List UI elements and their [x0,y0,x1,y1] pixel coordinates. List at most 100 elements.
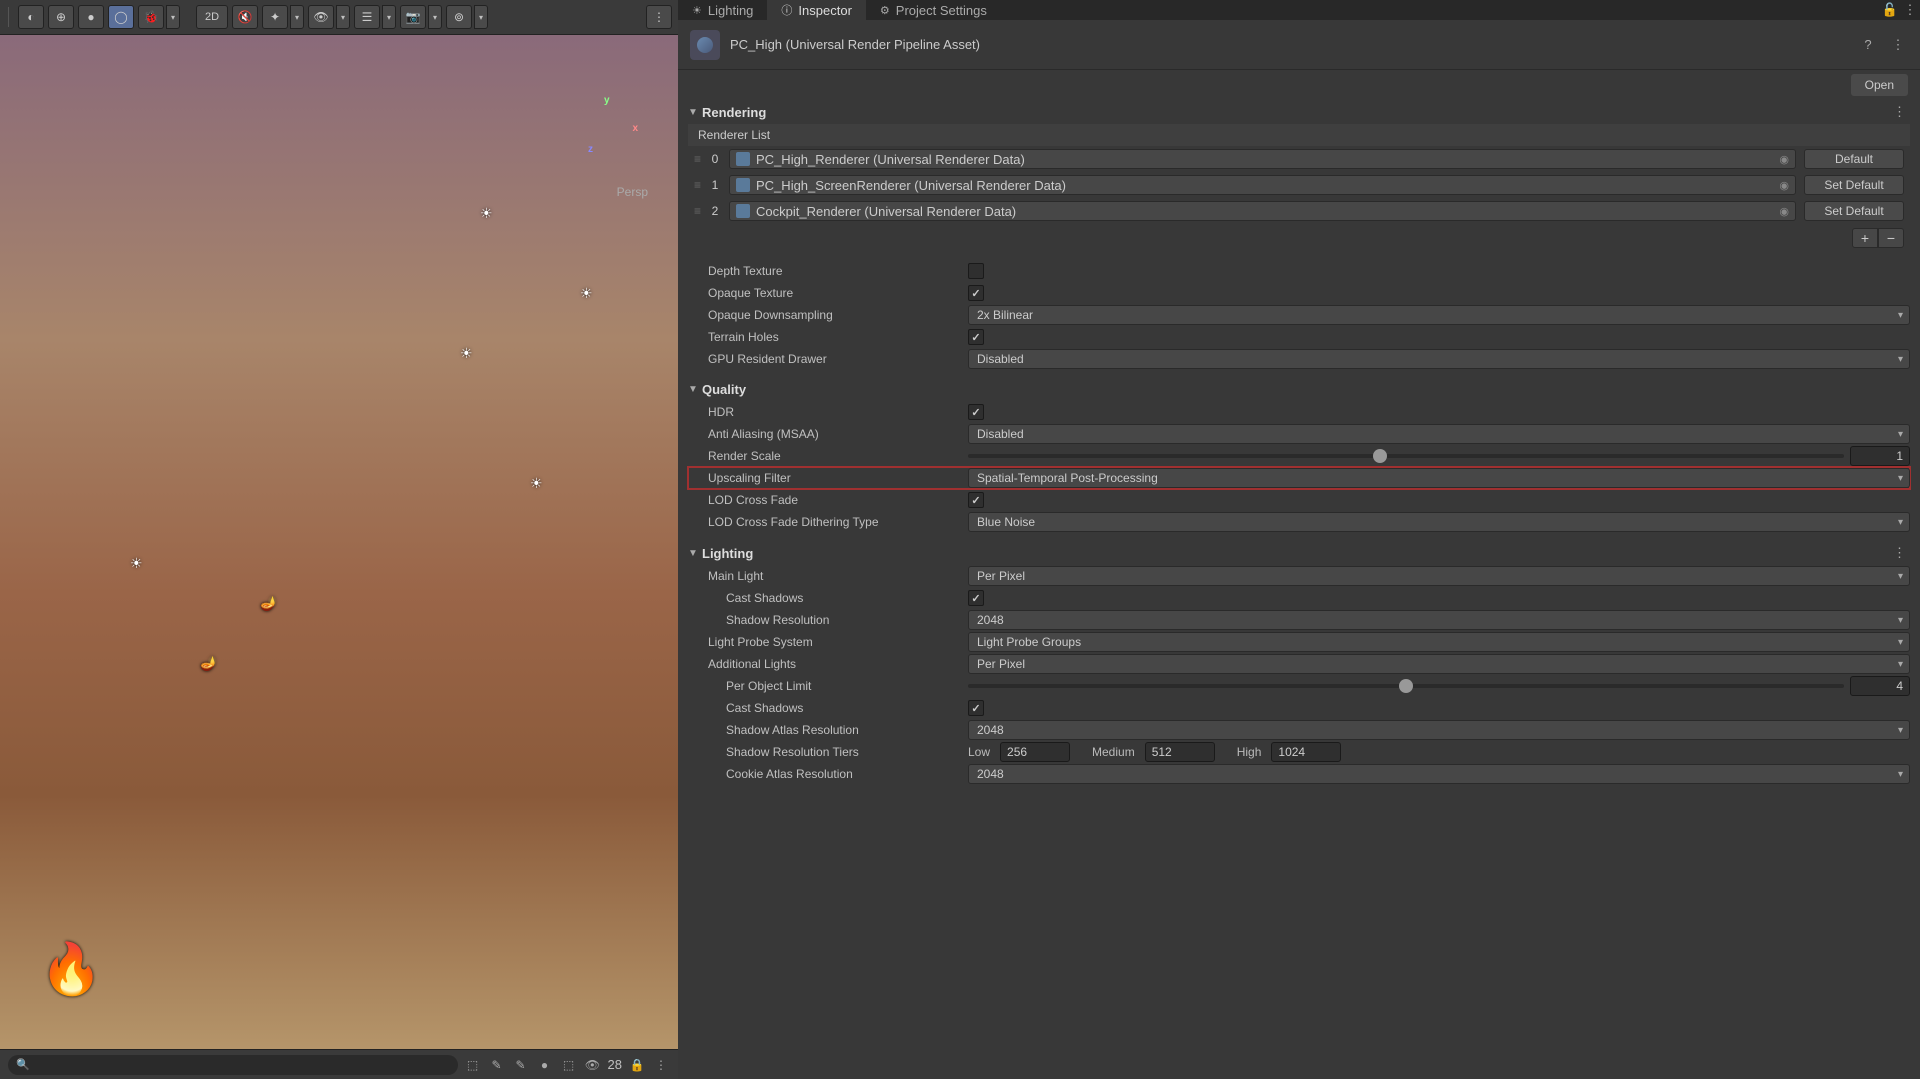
rendering-header[interactable]: ▼ Rendering ⋮ [688,100,1910,124]
opaque-ds-dropdown[interactable]: 2x Bilinear [968,305,1910,325]
light-icon: ☀ [530,475,543,492]
atlas-res-dropdown[interactable]: 2048 [968,720,1910,740]
camera-btn[interactable]: 📷 [400,5,426,29]
depth-texture-label: Depth Texture [688,264,968,278]
default-button[interactable]: Default [1804,149,1904,169]
lamp-icon: 🪔 [200,655,217,672]
scene-search[interactable]: 🔍 [8,1055,458,1075]
fx-dropdown[interactable]: ▾ [290,5,304,29]
footer-icon[interactable]: ● [536,1056,554,1074]
scene-footer: 🔍 ⬚ ✎ ✎ ● ⬚ 👁 28 🔒 ⋮ [0,1049,678,1079]
footer-icon[interactable]: ⬚ [464,1056,482,1074]
tier-high-input[interactable] [1271,742,1341,762]
lod-dither-dropdown[interactable]: Blue Noise [968,512,1910,532]
tab-project-settings[interactable]: ⚙Project Settings [866,0,1001,20]
lock-icon[interactable]: 🔒 [628,1056,646,1074]
tier-low-input[interactable] [1000,742,1070,762]
tab-inspector[interactable]: ⓘInspector [767,0,865,20]
audio-btn[interactable]: 🔇 [232,5,258,29]
renderer-field[interactable]: Cockpit_Renderer (Universal Renderer Dat… [729,201,1796,221]
terrain-holes-checkbox[interactable] [968,329,984,345]
mode-2d-btn[interactable]: 2D [196,5,228,29]
per-obj-input[interactable] [1850,676,1910,696]
tier-med-input[interactable] [1145,742,1215,762]
drag-handle-icon[interactable]: ≡ [694,152,701,166]
set-default-button[interactable]: Set Default [1804,201,1904,221]
persp-label: Persp [617,185,648,199]
gizmos-dropdown[interactable]: ▾ [474,5,488,29]
lod-crossfade-label: LOD Cross Fade [688,493,968,507]
shading-solid-btn[interactable]: ● [78,5,104,29]
main-light-dropdown[interactable]: Per Pixel [968,566,1910,586]
debug-btn[interactable]: 🐞 [138,5,164,29]
tier-low-label: Low [968,745,990,759]
drag-handle-icon[interactable]: ≡ [694,204,701,218]
ml-shadow-res-dropdown[interactable]: 2048 [968,610,1910,630]
footer-menu-icon[interactable]: ⋮ [652,1056,670,1074]
scene-viewport[interactable]: y x z Persp ☀ ☀ ☀ ☀ ☀ 🪔 🪔 🔥 [0,35,678,1049]
lod-crossfade-checkbox[interactable] [968,492,984,508]
probe-label: Light Probe System [688,635,968,649]
list-index: 2 [709,204,721,218]
camera-dropdown[interactable]: ▾ [428,5,442,29]
hdr-label: HDR [688,405,968,419]
lighting-header[interactable]: ▼ Lighting ⋮ [688,541,1910,565]
remove-button[interactable]: − [1878,228,1904,248]
urp-asset-icon [690,30,720,60]
drag-handle-icon[interactable]: ≡ [694,178,701,192]
asset-menu-icon[interactable]: ⋮ [1888,35,1908,55]
shading-lit-btn[interactable]: ◯ [108,5,134,29]
render-scale-input[interactable] [1850,446,1910,466]
add-lights-label: Additional Lights [688,657,968,671]
per-obj-label: Per Object Limit [688,679,968,693]
probe-dropdown[interactable]: Light Probe Groups [968,632,1910,652]
cookie-dropdown[interactable]: 2048 [968,764,1910,784]
section-menu-icon[interactable]: ⋮ [1889,104,1910,120]
al-shadows-checkbox[interactable] [968,700,984,716]
opaque-texture-label: Opaque Texture [688,286,968,300]
footer-icon[interactable]: ⬚ [560,1056,578,1074]
light-icon: ☀ [460,345,473,362]
opaque-texture-checkbox[interactable] [968,285,984,301]
gpu-drawer-dropdown[interactable]: Disabled [968,349,1910,369]
asset-title: PC_High (Universal Render Pipeline Asset… [730,37,1848,52]
renderer-field[interactable]: PC_High_ScreenRenderer (Universal Render… [729,175,1796,195]
open-button[interactable]: Open [1851,74,1908,96]
eye-icon[interactable]: 👁 [584,1056,602,1074]
ml-shadows-checkbox[interactable] [968,590,984,606]
tier-high-label: High [1237,745,1262,759]
hdr-checkbox[interactable] [968,404,984,420]
footer-icon[interactable]: ✎ [512,1056,530,1074]
fx-btn[interactable]: ✦ [262,5,288,29]
depth-texture-checkbox[interactable] [968,263,984,279]
quality-header[interactable]: ▼ Quality [688,378,1910,401]
render-scale-slider[interactable] [968,454,1844,458]
msaa-label: Anti Aliasing (MSAA) [688,427,968,441]
visibility-btn[interactable]: 👁 [308,5,334,29]
layers-btn[interactable]: ☰ [354,5,380,29]
inspector-panel: ☀Lighting ⓘInspector ⚙Project Settings 🔓… [678,0,1920,1079]
layers-dropdown[interactable]: ▾ [382,5,396,29]
debug-dropdown[interactable]: ▾ [166,5,180,29]
set-default-button[interactable]: Set Default [1804,175,1904,195]
upscaling-dropdown[interactable]: Spatial-Temporal Post-Processing [968,468,1910,488]
add-button[interactable]: + [1852,228,1878,248]
lock-icon[interactable]: 🔓 [1880,0,1900,20]
visibility-dropdown[interactable]: ▾ [336,5,350,29]
section-menu-icon[interactable]: ⋮ [1889,545,1910,561]
axis-x-icon: x [632,123,638,134]
per-obj-slider[interactable] [968,684,1844,688]
tab-menu-icon[interactable]: ⋮ [1900,0,1920,20]
add-lights-dropdown[interactable]: Per Pixel [968,654,1910,674]
renderer-field[interactable]: PC_High_Renderer (Universal Renderer Dat… [729,149,1796,169]
tab-lighting[interactable]: ☀Lighting [678,0,767,20]
help-icon[interactable]: ? [1858,35,1878,55]
shading-wire-btn[interactable]: ⊕ [48,5,74,29]
panel-menu-btn[interactable]: ⋮ [646,5,672,29]
axis-gizmo[interactable]: y x z [578,95,638,155]
footer-icon[interactable]: ✎ [488,1056,506,1074]
tab-bar: ☀Lighting ⓘInspector ⚙Project Settings 🔓… [678,0,1920,20]
msaa-dropdown[interactable]: Disabled [968,424,1910,444]
gizmos-btn[interactable]: ⊚ [446,5,472,29]
shading-mode-btn[interactable]: ◐ [18,5,44,29]
